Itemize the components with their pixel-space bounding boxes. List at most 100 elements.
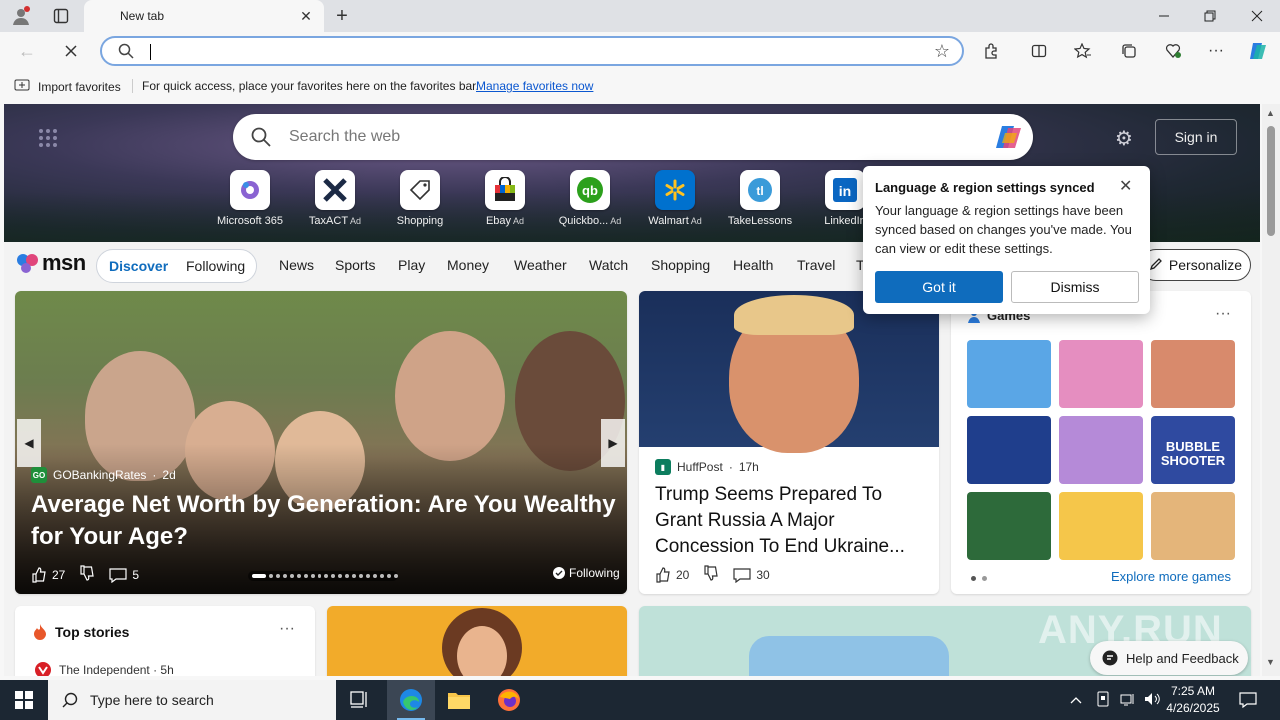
sign-in-button[interactable]: Sign in bbox=[1155, 119, 1237, 155]
carousel-prev-button[interactable]: ◀ bbox=[17, 419, 41, 467]
featured-story-card[interactable]: ◀ ▶ GO GOBankingRates · 2d Average Net W… bbox=[15, 291, 627, 594]
network-icon[interactable] bbox=[1120, 692, 1136, 709]
start-button[interactable] bbox=[0, 680, 48, 720]
story-source[interactable]: The Independent · 5h bbox=[35, 662, 174, 676]
quick-link-taxact[interactable]: TaxACT Ad bbox=[295, 170, 375, 227]
nav-weather[interactable]: Weather bbox=[514, 257, 567, 273]
takelessons-icon: tl bbox=[740, 170, 780, 210]
quick-link-walmart[interactable]: Walmart Ad bbox=[635, 170, 715, 227]
firefox-icon[interactable] bbox=[485, 680, 533, 720]
settings-more-icon[interactable]: ··· bbox=[1201, 37, 1231, 65]
game-tile-blocks[interactable] bbox=[967, 416, 1051, 484]
close-tab-icon[interactable]: ✕ bbox=[296, 6, 316, 26]
nav-watch[interactable]: Watch bbox=[589, 257, 628, 273]
manage-favorites-link[interactable]: Manage favorites now bbox=[476, 79, 593, 93]
quick-link-shopping[interactable]: Shopping bbox=[380, 170, 460, 227]
thumbs-down-icon bbox=[704, 565, 719, 581]
browser-essentials-icon[interactable] bbox=[1158, 37, 1188, 65]
tab-new-tab[interactable]: New tab ✕ bbox=[84, 0, 324, 32]
game-tile-cupcake[interactable] bbox=[1059, 492, 1143, 560]
comment-button[interactable]: 30 bbox=[733, 567, 770, 583]
taskbar-search-box[interactable]: Type here to search bbox=[48, 680, 336, 720]
tab-actions-icon[interactable] bbox=[48, 4, 74, 28]
close-icon[interactable]: ✕ bbox=[1119, 176, 1132, 196]
nav-sports[interactable]: Sports bbox=[335, 257, 375, 273]
windows-taskbar: Type here to search 7:25 AM 4/26/2025 bbox=[0, 680, 1280, 720]
import-favorites-button[interactable]: Import favorites bbox=[14, 78, 121, 95]
dismiss-button[interactable]: Dismiss bbox=[1011, 271, 1139, 303]
game-tile-makeup[interactable] bbox=[1059, 416, 1143, 484]
like-button[interactable]: 20 bbox=[655, 566, 689, 583]
split-screen-icon[interactable] bbox=[1024, 37, 1054, 65]
personalize-button[interactable]: Personalize bbox=[1140, 249, 1251, 281]
more-options-icon[interactable]: ··· bbox=[1215, 305, 1231, 323]
game-tile-label: BUBBLE SHOOTER bbox=[1160, 439, 1226, 468]
notifications-icon[interactable] bbox=[1224, 680, 1272, 720]
favorites-icon[interactable] bbox=[1068, 37, 1098, 65]
collections-icon[interactable] bbox=[1114, 37, 1144, 65]
scroll-thumb[interactable] bbox=[1267, 126, 1275, 236]
game-tile-fashion[interactable] bbox=[1059, 340, 1143, 408]
story-title[interactable]: Average Net Worth by Generation: Are You… bbox=[31, 489, 621, 553]
quick-link-quickbooks[interactable]: qb Quickbo... Ad bbox=[550, 170, 630, 227]
tab-following[interactable]: Following bbox=[186, 258, 245, 274]
quick-link-microsoft-365[interactable]: Microsoft 365 bbox=[210, 170, 290, 227]
page-settings-gear-icon[interactable]: ⚙ bbox=[1115, 126, 1133, 151]
show-hidden-icons-chevron-up-icon[interactable] bbox=[1070, 693, 1082, 707]
nav-health[interactable]: Health bbox=[733, 257, 773, 273]
game-tile-bubble-shooter[interactable]: BUBBLE SHOOTER bbox=[1151, 416, 1235, 484]
game-tile-mahjong[interactable] bbox=[967, 492, 1051, 560]
new-tab-button[interactable]: + bbox=[330, 4, 354, 28]
game-tile-hospital[interactable] bbox=[1151, 340, 1235, 408]
help-feedback-label: Help and Feedback bbox=[1126, 650, 1239, 666]
task-view-icon[interactable] bbox=[336, 680, 384, 720]
help-feedback-button[interactable]: Help and Feedback bbox=[1090, 641, 1248, 675]
explore-more-games-link[interactable]: Explore more games bbox=[1111, 569, 1231, 584]
dislike-button[interactable] bbox=[703, 565, 719, 584]
more-options-icon[interactable]: ··· bbox=[279, 620, 295, 638]
carousel-next-button[interactable]: ▶ bbox=[601, 419, 625, 467]
file-explorer-icon[interactable] bbox=[435, 680, 483, 720]
game-tile-wood-puzzle[interactable] bbox=[1151, 492, 1235, 560]
photo-shape bbox=[734, 295, 854, 335]
news-story-card[interactable]: ▮ HuffPost · 17h Trump Seems Prepared To… bbox=[639, 291, 939, 594]
profile-icon[interactable] bbox=[8, 4, 34, 28]
quick-link-takelessons[interactable]: tl TakeLessons bbox=[720, 170, 800, 227]
copilot-icon[interactable] bbox=[993, 121, 1025, 153]
close-window-button[interactable] bbox=[1234, 0, 1280, 32]
scroll-down-arrow-icon[interactable]: ▼ bbox=[1266, 657, 1275, 667]
games-card: Games ··· BUBBLE SHOOTER Explore more ga… bbox=[951, 291, 1251, 594]
nav-shopping[interactable]: Shopping bbox=[651, 257, 710, 273]
extensions-icon[interactable] bbox=[976, 37, 1006, 65]
nav-play[interactable]: Play bbox=[398, 257, 425, 273]
back-button[interactable]: ← bbox=[12, 37, 42, 65]
nav-travel[interactable]: Travel bbox=[797, 257, 835, 273]
comment-button[interactable]: 5 bbox=[109, 567, 139, 583]
msn-logo[interactable]: msn bbox=[16, 250, 86, 276]
address-bar[interactable]: ☆ bbox=[100, 36, 964, 66]
taskbar-clock[interactable]: 7:25 AM 4/26/2025 bbox=[1158, 683, 1228, 717]
import-favorites-label: Import favorites bbox=[38, 79, 121, 94]
web-search-box[interactable]: Search the web bbox=[233, 114, 1033, 160]
quick-link-ebay[interactable]: Ebay Ad bbox=[465, 170, 545, 227]
restore-button[interactable] bbox=[1187, 0, 1233, 32]
game-tile-restaurant[interactable] bbox=[967, 340, 1051, 408]
copilot-icon[interactable] bbox=[1243, 37, 1273, 65]
dislike-button[interactable] bbox=[79, 565, 95, 584]
following-badge[interactable]: Following bbox=[553, 566, 620, 580]
nav-news[interactable]: News bbox=[279, 257, 314, 273]
story-title[interactable]: Trump Seems Prepared To Grant Russia A M… bbox=[655, 482, 929, 560]
tab-discover[interactable]: Discover bbox=[109, 258, 168, 274]
got-it-button[interactable]: Got it bbox=[875, 271, 1003, 303]
stop-loading-button[interactable] bbox=[56, 37, 86, 65]
apps-grid-icon[interactable] bbox=[38, 128, 58, 148]
nav-money[interactable]: Money bbox=[447, 257, 489, 273]
edge-taskbar-icon[interactable] bbox=[387, 680, 435, 720]
scroll-up-arrow-icon[interactable]: ▲ bbox=[1266, 108, 1275, 118]
page-scrollbar[interactable]: ▲ ▼ bbox=[1262, 104, 1280, 676]
favorite-star-icon[interactable]: ☆ bbox=[934, 41, 950, 62]
minimize-button[interactable] bbox=[1141, 0, 1187, 32]
like-button[interactable]: 27 bbox=[31, 566, 65, 583]
device-icon[interactable] bbox=[1096, 691, 1110, 710]
promo-card[interactable] bbox=[327, 606, 627, 676]
